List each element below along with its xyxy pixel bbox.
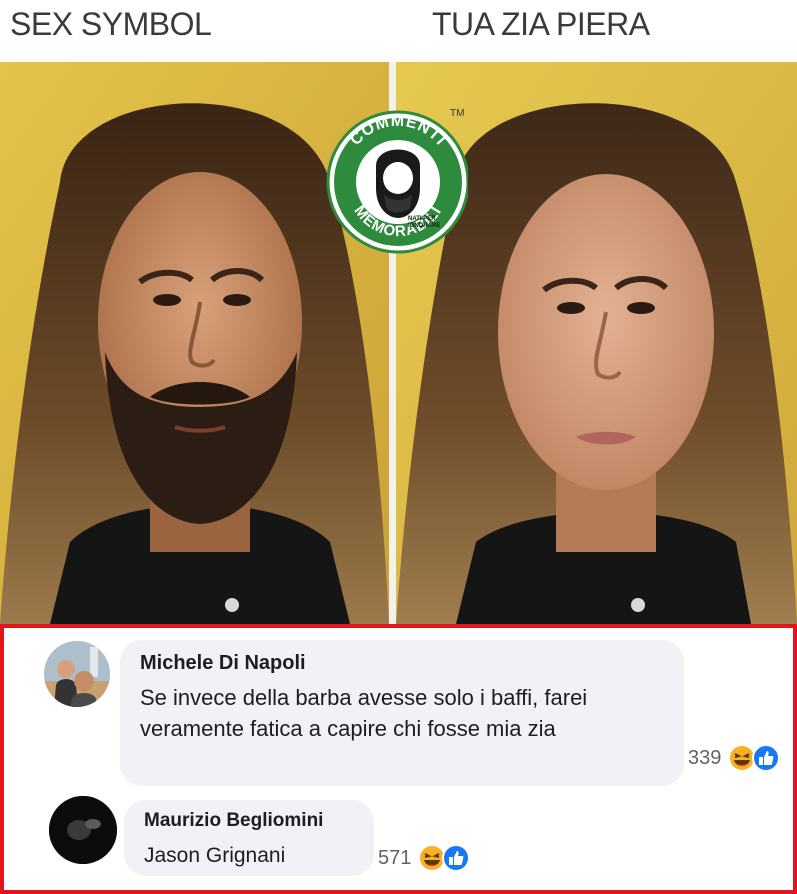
reactions-summary[interactable]: 571 (378, 842, 473, 874)
like-icon (442, 844, 471, 872)
comment-author[interactable]: Maurizio Begliomini (144, 810, 323, 832)
comments-section: Michele Di Napoli Se invece della barba … (0, 624, 797, 894)
svg-text:IGNORARE: IGNORARE (408, 223, 440, 229)
like-icon (752, 744, 781, 772)
comment-bubble: Michele Di Napoli Se invece della barba … (120, 640, 684, 786)
reactions-summary[interactable]: 339 (688, 742, 783, 774)
comment-bubble: Maurizio Begliomini Jason Grignani (124, 800, 374, 876)
commenti-memorabili-logo: COMMENTI MEMORABILI NATI PER IGNORARE TM (324, 96, 470, 266)
comment-text: Se invece della barba avesse solo i baff… (140, 685, 588, 741)
svg-text:NATI PER: NATI PER (408, 216, 436, 222)
avatar[interactable] (49, 796, 117, 864)
right-caption: TUA ZIA PIERA (432, 6, 650, 42)
reaction-count: 571 (378, 846, 412, 869)
left-caption: SEX SYMBOL (10, 6, 212, 42)
meme-header: SEX SYMBOL TUA ZIA PIERA (0, 0, 797, 62)
comment-author[interactable]: Michele Di Napoli (140, 652, 306, 675)
svg-text:TM: TM (450, 108, 464, 119)
comment-text: Jason Grignani (144, 844, 286, 867)
reaction-count: 339 (688, 746, 722, 769)
avatar[interactable] (44, 641, 110, 707)
